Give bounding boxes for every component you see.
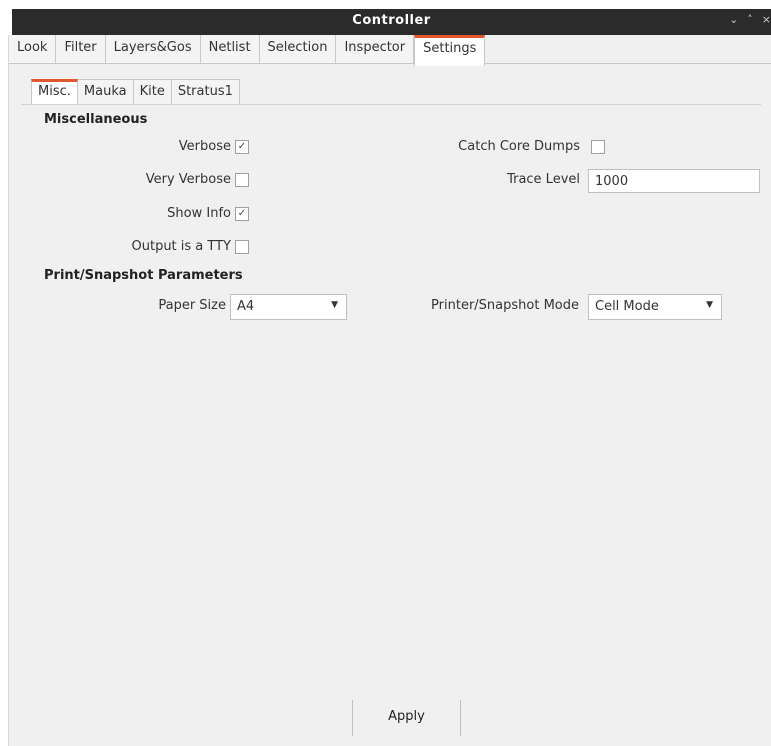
tab-filter[interactable]: Filter xyxy=(56,35,106,63)
tab-selection[interactable]: Selection xyxy=(259,35,337,63)
printer-snapshot-mode-value: Cell Mode xyxy=(595,299,659,314)
output-tty-checkbox[interactable] xyxy=(235,240,249,254)
settings-panel: Misc. Mauka Kite Stratus1 Miscellaneous … xyxy=(21,71,761,735)
window-controls: ⌄ ˄ × xyxy=(711,13,771,31)
tab-kite[interactable]: Kite xyxy=(133,79,172,105)
show-info-checkbox[interactable]: ✓ xyxy=(235,207,249,221)
show-info-label: Show Info xyxy=(167,206,231,221)
sub-tab-bar: Misc. Mauka Kite Stratus1 xyxy=(31,79,240,105)
tab-mauka[interactable]: Mauka xyxy=(77,79,134,105)
tab-inspector[interactable]: Inspector xyxy=(336,35,415,63)
printer-snapshot-mode-label: Printer/Snapshot Mode xyxy=(431,298,579,313)
tab-settings[interactable]: Settings xyxy=(414,35,486,66)
verbose-label: Verbose xyxy=(178,139,231,154)
tab-layers-gos[interactable]: Layers&Gos xyxy=(105,35,201,63)
paper-size-label: Paper Size xyxy=(158,298,226,313)
catch-core-dumps-label: Catch Core Dumps xyxy=(458,139,580,154)
tab-look[interactable]: Look xyxy=(9,35,57,63)
title-bar: Controller ⌄ ˄ × xyxy=(12,9,771,35)
output-tty-label: Output is a TTY xyxy=(131,239,232,254)
window-title: Controller xyxy=(352,13,431,28)
miscellaneous-heading: Miscellaneous xyxy=(44,112,148,127)
catch-core-dumps-checkbox[interactable] xyxy=(591,140,605,154)
misc-pane: Miscellaneous Verbose ✓ Very Verbose Sho… xyxy=(21,104,761,735)
printer-snapshot-mode-select[interactable]: Cell Mode ▼ xyxy=(588,294,722,320)
tab-netlist[interactable]: Netlist xyxy=(200,35,260,63)
verbose-checkbox[interactable]: ✓ xyxy=(235,140,249,154)
paper-size-value: A4 xyxy=(237,299,255,314)
minimize-icon[interactable]: ⌄ xyxy=(729,13,738,31)
very-verbose-checkbox[interactable] xyxy=(235,173,249,187)
very-verbose-label: Very Verbose xyxy=(145,172,231,187)
tab-stratus1[interactable]: Stratus1 xyxy=(171,79,240,105)
top-tab-bar: Look Filter Layers&Gos Netlist Selection… xyxy=(9,35,771,66)
apply-button[interactable]: Apply xyxy=(352,700,461,736)
chevron-down-icon: ▼ xyxy=(706,300,713,310)
chevron-down-icon: ▼ xyxy=(331,300,338,310)
controller-window: Look Filter Layers&Gos Netlist Selection… xyxy=(8,35,771,746)
paper-size-select[interactable]: A4 ▼ xyxy=(230,294,347,320)
tab-misc[interactable]: Misc. xyxy=(31,79,78,105)
maximize-icon[interactable]: ˄ xyxy=(747,13,753,31)
trace-level-label: Trace Level xyxy=(507,172,580,187)
trace-level-input[interactable] xyxy=(588,169,760,193)
close-icon[interactable]: × xyxy=(762,13,771,31)
print-snapshot-heading: Print/Snapshot Parameters xyxy=(44,268,243,283)
